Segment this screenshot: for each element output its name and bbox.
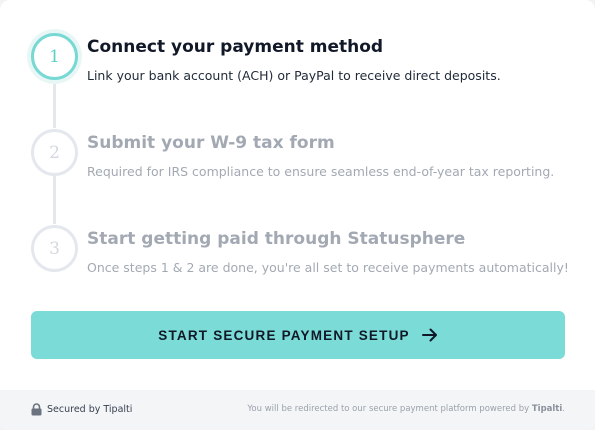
step-number-badge: 3 bbox=[31, 225, 78, 272]
step-start-getting-paid: 3 Start getting paid through Statusphere… bbox=[31, 225, 571, 285]
redirect-brand: Tipalti bbox=[531, 404, 563, 414]
step-title: Start getting paid through Statusphere bbox=[87, 229, 466, 249]
secured-label: Secured by Tipalti bbox=[47, 404, 133, 415]
step-connect-payment-method: 1 Connect your payment method Link your … bbox=[31, 33, 571, 93]
redirect-notice: You will be redirected to our secure pay… bbox=[247, 404, 565, 414]
start-secure-payment-setup-button[interactable]: START SECURE PAYMENT SETUP bbox=[31, 311, 565, 359]
footer: Secured by Tipalti You will be redirecte… bbox=[0, 390, 595, 430]
payment-setup-card: 1 Connect your payment method Link your … bbox=[0, 0, 595, 430]
step-submit-w9: 2 Submit your W-9 tax form Required for … bbox=[31, 129, 571, 189]
step-description: Required for IRS compliance to ensure se… bbox=[87, 164, 555, 179]
redirect-text: You will be redirected to our secure pay… bbox=[247, 404, 530, 414]
lock-icon bbox=[31, 403, 42, 416]
arrow-right-icon bbox=[421, 328, 437, 342]
cta-label: START SECURE PAYMENT SETUP bbox=[158, 327, 410, 343]
redirect-suffix: . bbox=[562, 404, 565, 414]
secured-badge: Secured by Tipalti bbox=[31, 403, 132, 416]
step-description: Once steps 1 & 2 are done, you're all se… bbox=[87, 260, 569, 275]
steps-list: 1 Connect your payment method Link your … bbox=[31, 33, 571, 293]
step-title: Connect your payment method bbox=[87, 37, 384, 57]
step-description: Link your bank account (ACH) or PayPal t… bbox=[87, 68, 501, 83]
step-title: Submit your W-9 tax form bbox=[87, 133, 335, 153]
step-number-badge: 1 bbox=[31, 33, 78, 80]
step-number-badge: 2 bbox=[31, 129, 78, 176]
